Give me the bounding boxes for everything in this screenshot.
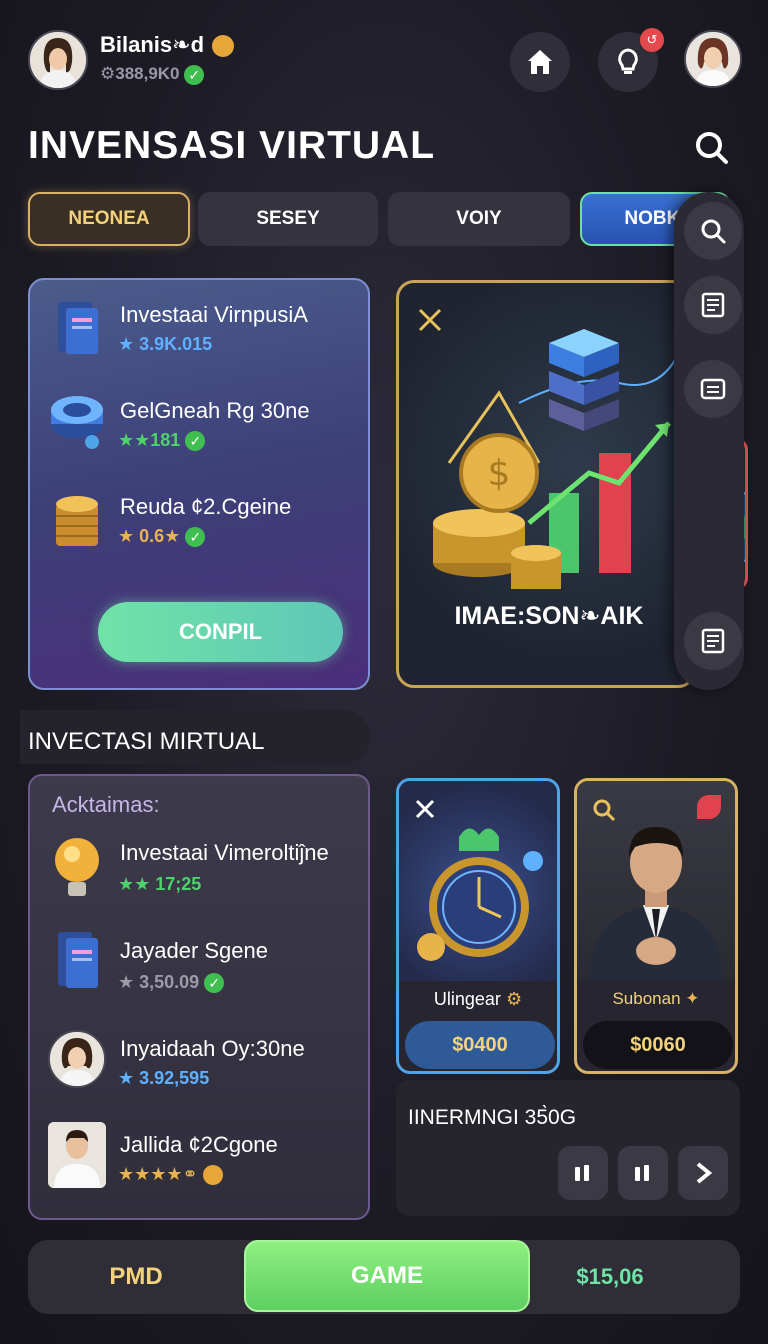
pmd-button[interactable]: PMD (28, 1240, 244, 1314)
tab-voiy[interactable]: VOIY (388, 192, 570, 246)
verified-icon: ✓ (184, 64, 205, 85)
gear-icon: ⚙ (505, 989, 523, 1009)
disc-icon (48, 390, 106, 459)
user-avatar[interactable] (28, 30, 88, 90)
hero-card[interactable]: $ IMAE:SON❧AIK (396, 280, 696, 688)
investment-chart-illustration: $ (433, 329, 680, 589)
message-icon (700, 378, 726, 400)
page-title: INVENSASI VIRTUAL (28, 124, 436, 167)
feature-item-rating: ★ 3.9K.015 (118, 334, 213, 354)
feature-item-rating: ★ 0.6★ ✓ (118, 526, 206, 548)
svg-text:$: $ (488, 453, 511, 494)
emoji-icon (202, 1165, 223, 1186)
clock-illustration (417, 828, 543, 961)
rail-chat-button[interactable] (684, 360, 742, 418)
coins-icon (52, 492, 102, 557)
list-item-title: Investaai Vimeroltiĵne (120, 840, 329, 865)
bulb-icon (50, 832, 104, 907)
list-item-rating: ★ 3.92,595 (118, 1068, 210, 1088)
search-icon (696, 132, 728, 164)
pause-button[interactable] (618, 1146, 668, 1200)
media-panel: IINERMNGI 35̀0G (396, 1080, 740, 1216)
feature-item-title: Investaai VirnpusiA (120, 302, 308, 327)
lightbulb-icon (618, 48, 638, 74)
search-icon (701, 219, 726, 244)
sparkle-icon: ✦ (685, 989, 700, 1008)
tab-neonea[interactable]: NEONEA (28, 192, 190, 246)
verified-icon: ✓ (185, 431, 206, 452)
rail-search-button[interactable] (684, 202, 742, 260)
product-name: Ulingear ⚙ (433, 989, 523, 1009)
list-item-rating: ★★ 17;25 (118, 874, 202, 894)
feature-item-rating: ★★181 ✓ (118, 430, 206, 452)
balance-value: $15,06 (576, 1264, 644, 1289)
book-icon (52, 298, 104, 363)
list-item-title: Inyaidaah Oy:30ne (120, 1036, 305, 1061)
panel-title: IINERMNGI 35̀0G (408, 1106, 577, 1129)
rail-document-button[interactable] (684, 276, 742, 334)
notification-badge: ↺ (640, 28, 664, 52)
tab-sesey[interactable]: SESEY (198, 192, 378, 246)
feature-item-title: GelGneah Rg 30ne (120, 398, 310, 423)
rail-notes-button[interactable] (684, 612, 742, 670)
user-name: Bilanis❧d (100, 32, 235, 58)
pause-icon (635, 1165, 649, 1181)
pause-icon (575, 1165, 589, 1181)
compile-button[interactable]: CONPIL (98, 602, 343, 662)
book-icon (52, 928, 104, 999)
verified-icon: ✓ (204, 973, 225, 994)
hero-caption: IMAE:SON❧AIK (454, 602, 644, 630)
user-balance: ⚙388,9K0 ✓ (100, 64, 205, 85)
section-title: INVECTASI MIRTUAL (20, 710, 370, 764)
chevron-right-icon (696, 1162, 713, 1184)
product-card[interactable]: Ulingear ⚙ $0400 (396, 778, 560, 1074)
home-icon (528, 50, 552, 74)
product-card[interactable]: Subonan ✦ $0060 (574, 778, 738, 1074)
doctor-avatar (48, 1122, 106, 1188)
product-name: Subonan ✦ (612, 989, 700, 1008)
pause-button[interactable] (558, 1146, 608, 1200)
businessman-photo (589, 827, 723, 981)
activity-list: Acktaimas: Investaai Vimeroltiĵne ★★ 17;… (28, 774, 370, 1220)
search-button[interactable] (692, 128, 736, 172)
list-item-rating: ★★★★⚭ (118, 1164, 223, 1186)
home-button[interactable] (510, 32, 570, 92)
price-button[interactable]: $0400 (405, 1021, 555, 1069)
game-button[interactable]: GAME (244, 1240, 530, 1312)
list-label: Acktaimas: (52, 792, 160, 817)
document-icon (701, 292, 725, 318)
close-icon[interactable] (413, 797, 437, 821)
bottom-bar: PMD GAME $15,06 (28, 1240, 740, 1314)
profile-avatar[interactable] (684, 30, 742, 88)
price-button[interactable]: $0060 (583, 1021, 733, 1069)
list-item-title: Jayader Sgene (120, 938, 268, 963)
list-item-rating: ★ 3,50.09 ✓ (118, 972, 225, 994)
next-button[interactable] (678, 1146, 728, 1200)
list-item-title: Jallida ¢2Cgone (120, 1132, 278, 1157)
woman-avatar (48, 1030, 106, 1088)
emoji-icon (212, 35, 235, 58)
verified-icon: ✓ (185, 527, 206, 548)
feature-item-title: Reuda ¢2.Cgeine (120, 494, 292, 519)
document-icon (701, 628, 725, 654)
